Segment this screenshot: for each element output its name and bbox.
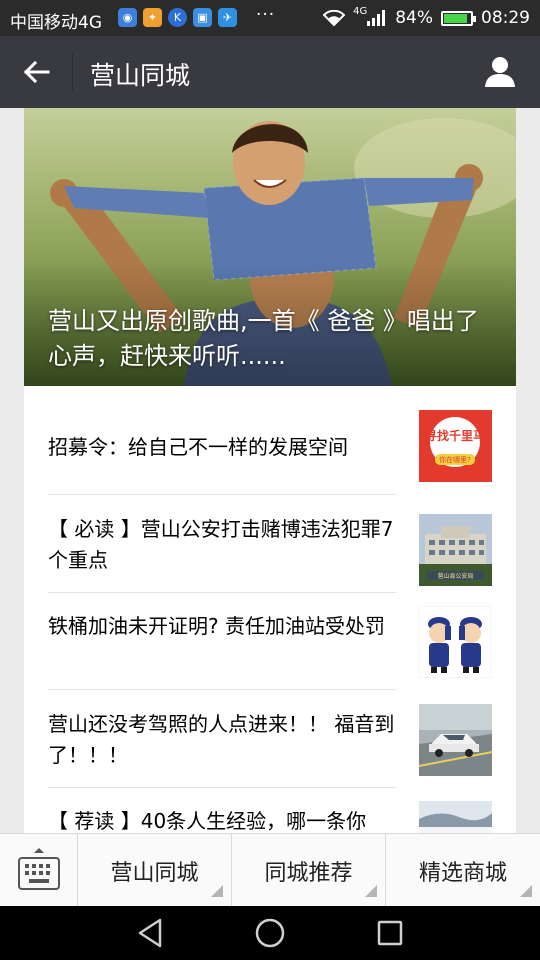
submenu-indicator-icon xyxy=(211,885,223,897)
more-notifications-icon: ··· xyxy=(256,5,276,25)
signal-icon xyxy=(367,10,386,26)
list-item[interactable]: 【 必读 】营山公安打击赌博违法犯罪7个重点 营山县公安局 xyxy=(48,496,492,593)
arrow-left-icon xyxy=(23,60,50,84)
back-button[interactable] xyxy=(18,54,54,90)
submenu-indicator-icon xyxy=(520,885,532,897)
list-item[interactable]: 营山还没考驾照的人点进来！！ 福音到了！！！ xyxy=(48,691,492,788)
user-icon xyxy=(485,57,515,87)
nav-recents-button[interactable] xyxy=(370,916,410,950)
app-notification-icon: ✦ xyxy=(143,8,162,27)
app-notification-icon: K xyxy=(168,8,187,27)
battery-percent: 84% xyxy=(395,8,433,28)
list-item-title: 【 必读 】营山公安打击赌博违法犯罪7个重点 xyxy=(48,517,394,572)
nav-home-button[interactable] xyxy=(250,916,290,950)
triangle-back-icon xyxy=(138,918,162,948)
thumb-text: 寻找千里马 xyxy=(425,428,485,443)
article-list: 营山又出原创歌曲,一首《 爸爸 》唱出了心声，赶快来听听...... 招募令：给… xyxy=(24,108,516,833)
list-item-title: 【 荐读 】40条人生经验，哪一条你 xyxy=(48,809,367,833)
app-notification-icon: ✈ xyxy=(218,8,237,27)
list-item-thumbnail xyxy=(419,704,492,776)
hero-title: 营山又出原创歌曲,一首《 爸爸 》唱出了心声，赶快来听听...... xyxy=(48,307,479,370)
wifi-icon xyxy=(323,10,346,26)
bottom-menu: 营山同城 同城推荐 精选商城 xyxy=(0,833,540,907)
menu-tab-label: 同城推荐 xyxy=(264,860,353,886)
battery-icon xyxy=(441,10,476,26)
list-item-thumbnail: 营山县公安局 xyxy=(419,514,492,586)
keyboard-toggle-button[interactable] xyxy=(0,834,78,907)
keyboard-icon xyxy=(18,848,60,890)
circle-home-icon xyxy=(255,918,285,948)
header-divider xyxy=(72,54,73,90)
status-bar: 中国移动4G ◉ ✦ K ▣ ✈ ··· 4G 84% 08:29 xyxy=(0,0,540,36)
list-item[interactable]: 铁桶加油未开证明? 责任加油站受处罚 xyxy=(48,593,492,690)
list-item-title: 招募令：给自己不一样的发展空间 xyxy=(48,435,348,459)
list-item[interactable]: 招募令：给自己不一样的发展空间 寻找千里马 你在哪里? xyxy=(48,398,492,495)
list-item[interactable]: 【 荐读 】40条人生经验，哪一条你 xyxy=(48,788,492,833)
list-item-thumbnail: 寻找千里马 你在哪里? xyxy=(419,410,492,482)
profile-button[interactable] xyxy=(482,54,518,90)
list-item-thumbnail xyxy=(419,606,492,678)
network-type-label: 4G xyxy=(353,5,368,17)
clock: 08:29 xyxy=(481,8,530,28)
page-title: 营山同城 xyxy=(90,61,191,90)
list-divider xyxy=(48,689,396,690)
menu-tab-yingshan-city[interactable]: 营山同城 xyxy=(78,834,232,907)
thumb-subtext: 你在哪里? xyxy=(439,455,471,464)
app-notification-icon: ◉ xyxy=(118,8,137,27)
notification-icons: ◉ ✦ K ▣ ✈ xyxy=(118,8,237,27)
submenu-indicator-icon xyxy=(365,885,377,897)
list-item-title: 营山还没考驾照的人点进来！！ 福音到了！！！ xyxy=(48,712,395,767)
menu-tab-label: 营山同城 xyxy=(110,860,199,886)
list-item-thumbnail xyxy=(419,801,492,833)
app-notification-icon: ▣ xyxy=(193,8,212,27)
list-item-title: 铁桶加油未开证明? 责任加油站受处罚 xyxy=(48,614,385,638)
nav-back-button[interactable] xyxy=(130,916,170,950)
menu-tab-selected-mall[interactable]: 精选商城 xyxy=(386,834,540,907)
carrier-label: 中国移动4G xyxy=(10,13,102,33)
square-recents-icon xyxy=(377,920,403,946)
thumb-text: 营山县公安局 xyxy=(437,572,473,580)
app-header: 营山同城 xyxy=(0,36,540,108)
hero-article[interactable]: 营山又出原创歌曲,一首《 爸爸 》唱出了心声，赶快来听听...... xyxy=(24,108,516,386)
menu-tab-city-recommend[interactable]: 同城推荐 xyxy=(232,834,386,907)
system-navigation-bar xyxy=(0,906,540,960)
list-divider xyxy=(48,494,396,495)
menu-tab-label: 精选商城 xyxy=(418,860,507,886)
